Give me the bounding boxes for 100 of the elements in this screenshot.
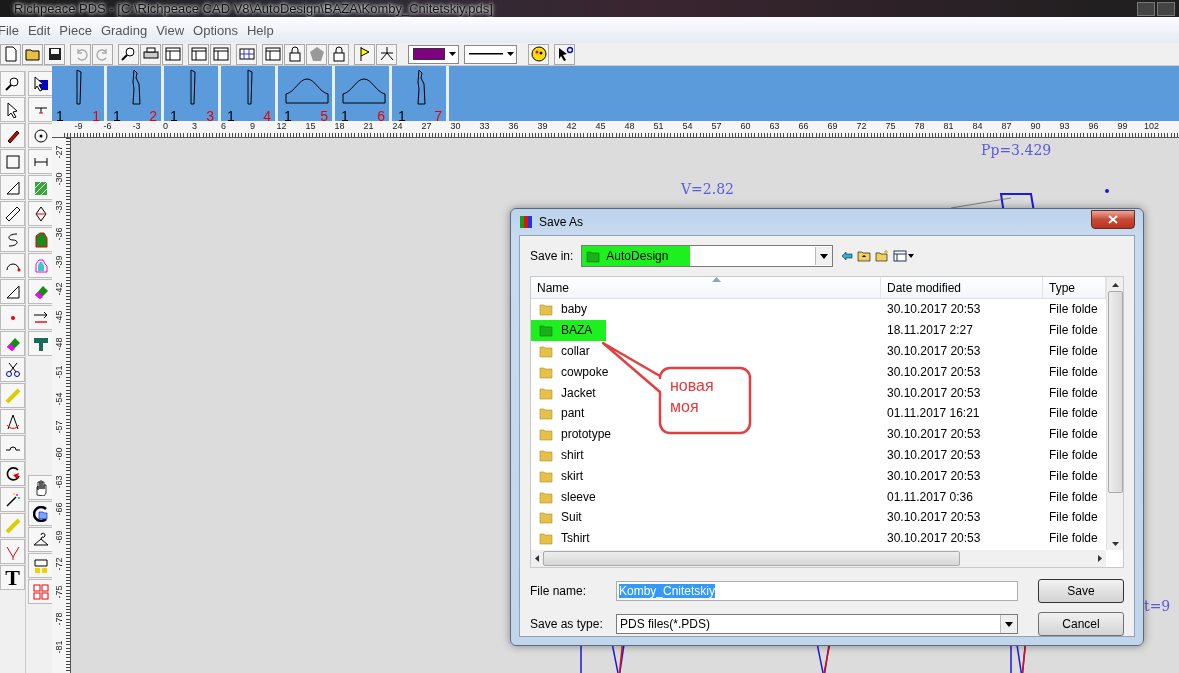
menu-item[interactable]: Piece — [59, 22, 101, 38]
view-menu-icon[interactable] — [893, 250, 916, 262]
piece-thumbnail[interactable]: 1 4 — [225, 66, 278, 121]
folder-item[interactable]: sleeve — [531, 486, 610, 507]
text-tool-button[interactable]: T — [0, 565, 25, 590]
folder-item[interactable]: shirt — [531, 444, 598, 466]
window-frame-icon[interactable] — [210, 43, 231, 65]
column-header[interactable]: Date modified — [881, 277, 1043, 298]
zoom-icon[interactable] — [0, 71, 25, 96]
new-folder-icon[interactable] — [875, 250, 890, 262]
folder-item[interactable]: collar — [531, 340, 604, 362]
flag-icon[interactable] — [354, 43, 375, 65]
print-pieces-icon[interactable] — [28, 553, 53, 578]
ruler-label: 6 — [220, 121, 227, 133]
line-style-dropdown[interactable] — [464, 44, 517, 64]
close-icon — [1108, 214, 1118, 224]
ruler-label: -57 — [54, 419, 64, 434]
eraser-icon[interactable] — [28, 279, 53, 304]
horizontal-scrollbar[interactable] — [531, 550, 1106, 567]
eraser-icon[interactable] — [0, 331, 25, 356]
rotate-piece-icon[interactable] — [28, 501, 53, 526]
piece-thumbnail[interactable]: 1 7 — [396, 66, 449, 121]
menu-item[interactable]: View — [156, 22, 194, 38]
new-page-icon[interactable] — [0, 43, 21, 65]
file-type-dropdown[interactable]: PDS files(*.PDS) — [616, 614, 1018, 634]
rectangle-icon[interactable] — [0, 149, 25, 174]
save-in-dropdown[interactable]: AutoDesign — [581, 245, 834, 267]
panel-layout-icon[interactable] — [188, 43, 209, 65]
piece-thumbnail[interactable]: 1 3 — [168, 66, 221, 121]
ruler-label: -48 — [54, 337, 64, 352]
ruler-icon[interactable] — [0, 201, 25, 226]
magic-wand-icon[interactable] — [0, 487, 25, 512]
table-cell-text: File folde — [1048, 405, 1099, 423]
ruler-label: 75 — [884, 121, 897, 133]
back-arrow-icon[interactable] — [841, 251, 854, 261]
folder-item[interactable]: Tshirt — [531, 527, 604, 549]
folder-item[interactable]: Jacket — [531, 382, 610, 403]
vertical-scrollbar[interactable] — [1106, 277, 1123, 550]
ruler-label: 63 — [768, 121, 781, 133]
save-button[interactable]: Save — [1038, 579, 1124, 603]
menu-item[interactable]: Options — [193, 22, 247, 38]
scissors-icon[interactable] — [0, 357, 25, 382]
curve-icon[interactable] — [0, 227, 25, 252]
notch-curve-icon[interactable] — [0, 435, 25, 460]
piece-outline-icon — [415, 69, 427, 105]
piece-number: 2 — [149, 108, 157, 124]
ruler-label: 3 — [191, 121, 198, 133]
printer-icon[interactable] — [140, 43, 161, 65]
palette-icon[interactable] — [528, 43, 549, 65]
open-folder-icon[interactable] — [22, 43, 43, 65]
folder-item[interactable]: pant — [531, 403, 599, 424]
piece-icon[interactable] — [28, 227, 53, 252]
compass-icon[interactable] — [0, 409, 25, 434]
piece-thumbnail[interactable]: 1 6 — [339, 66, 392, 121]
cursor-icon[interactable] — [0, 97, 25, 122]
star-lines-icon[interactable] — [376, 43, 397, 65]
numbered-pieces-icon[interactable] — [28, 579, 53, 604]
piece-thumbnail[interactable]: 1 1 — [54, 66, 107, 121]
piece-outline-icon — [342, 78, 386, 104]
close-button[interactable] — [1091, 209, 1135, 229]
pencil-icon[interactable] — [0, 123, 25, 148]
hanger-icon[interactable] — [28, 527, 53, 552]
ruler-label: 33 — [478, 121, 491, 133]
table-cell-text: 30.10.2017 20:53 — [886, 426, 982, 444]
up-folder-icon[interactable] — [857, 250, 872, 262]
piece-number: 4 — [263, 108, 271, 124]
help-cursor-icon[interactable] — [554, 43, 575, 65]
app-icon — [519, 215, 533, 229]
t-piece-icon[interactable] — [28, 331, 53, 356]
window-icon[interactable] — [162, 43, 183, 65]
piece-thumbnail[interactable]: 1 5 — [282, 66, 335, 121]
set-square-icon[interactable] — [0, 175, 25, 200]
folder-item[interactable]: prototype — [531, 423, 626, 445]
frame-icon[interactable] — [262, 43, 283, 65]
lock-icon[interactable] — [328, 43, 349, 65]
arc-icon[interactable] — [0, 253, 25, 278]
ruler-label: -3 — [131, 121, 142, 133]
ruler-label: -6 — [102, 121, 113, 133]
ruler-label: 96 — [1087, 121, 1100, 133]
ruler-label: 24 — [391, 121, 404, 133]
hand-icon[interactable] — [28, 475, 53, 500]
dropdown-caret-icon — [507, 52, 514, 56]
magnifier-page-icon[interactable] — [118, 43, 139, 65]
folder-item[interactable]: BAZA — [531, 319, 607, 341]
folder-item[interactable]: Suit — [531, 506, 596, 528]
rotate-icon[interactable] — [0, 461, 25, 486]
folder-item[interactable]: baby — [531, 299, 602, 320]
cancel-button[interactable]: Cancel — [1038, 612, 1124, 636]
line-color-dropdown[interactable] — [408, 44, 459, 64]
grid-icon[interactable] — [236, 43, 257, 65]
menu-item[interactable]: Edit — [27, 22, 60, 38]
angle-icon[interactable] — [0, 279, 25, 304]
menu-item[interactable]: Grading — [100, 22, 157, 38]
restore-button[interactable] — [1137, 1, 1155, 16]
piece-thumbnail[interactable]: 1 2 — [111, 66, 164, 121]
folder-item[interactable]: skirt — [531, 465, 597, 487]
ruler-label: 12 — [275, 121, 288, 133]
folder-item[interactable]: cowpoke — [531, 361, 623, 383]
menu-item[interactable]: Help — [246, 22, 283, 38]
ruler-label: 51 — [652, 121, 665, 133]
